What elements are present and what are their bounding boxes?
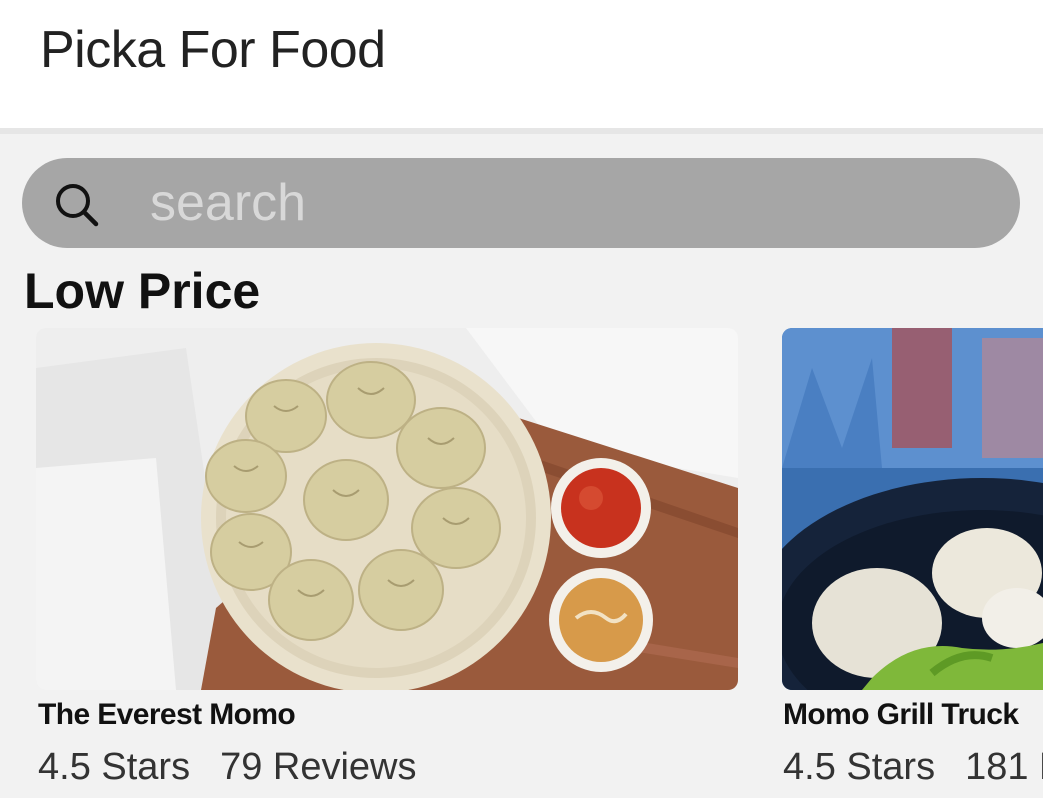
restaurant-rating: 4.5 Stars [783,746,936,788]
section-title-low-price: Low Price [24,263,261,319]
app-bar-divider [0,128,1043,134]
restaurant-name-text[interactable]: Momo Grill Truck [783,698,1019,731]
restaurant-meta: 4.5 Stars 79 Reviews [38,746,417,789]
restaurant-name[interactable]: Momo Grill Truck [783,698,1043,732]
restaurant-rating: 4.5 Stars [38,746,191,788]
search-bar[interactable] [22,158,1020,248]
restaurant-reviews: 79 Reviews [220,746,417,788]
restaurant-card-image-momo-grill-truck[interactable] [782,328,1043,690]
restaurant-name[interactable]: The Everest Momo [38,698,296,732]
app-bar: Picka For Food [0,0,1043,128]
restaurant-meta: 4.5 Stars 181 Reviews [783,746,1043,789]
app-title: Picka For Food [40,21,386,79]
restaurant-card-image-everest-momo[interactable] [36,328,738,690]
restaurant-reviews: 181 Reviews [965,746,1043,788]
search-icon[interactable] [52,180,102,230]
search-input[interactable] [150,168,990,238]
